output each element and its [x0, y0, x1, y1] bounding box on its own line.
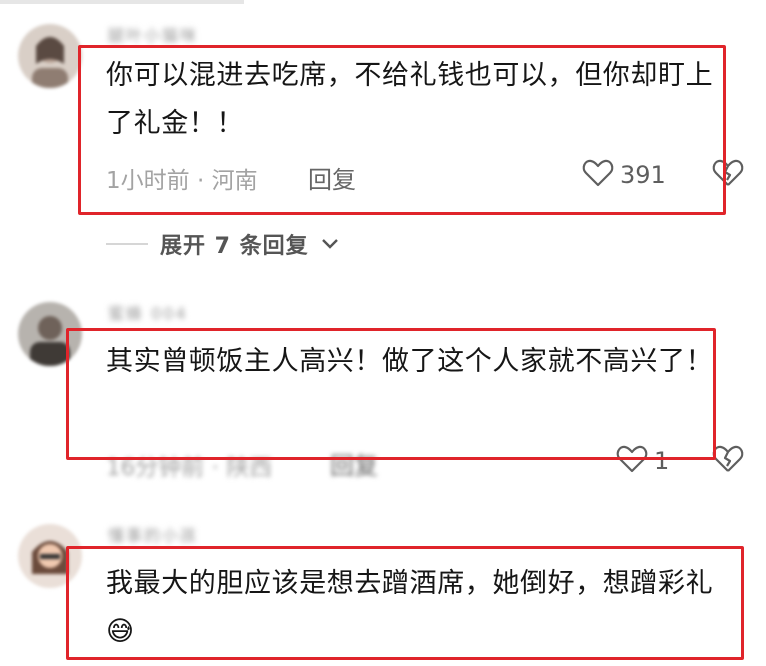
like-count: 1	[654, 447, 670, 475]
expand-replies-button[interactable]: 展开 7 条回复	[106, 228, 339, 260]
divider-line	[106, 243, 148, 245]
chevron-down-icon	[321, 235, 339, 254]
emoji: 😅	[106, 616, 135, 647]
expand-replies-label: 展开 7 条回复	[160, 234, 309, 259]
like-count: 391	[620, 161, 666, 189]
heart-outline-icon	[616, 444, 648, 478]
comment-text: 你可以混进去吃席，不给礼钱也可以，但你却盯上了礼金！！	[106, 60, 714, 139]
reply-button[interactable]: 回复	[308, 160, 356, 195]
heart-outline-icon	[582, 158, 614, 192]
comment-text: 我最大的胆应该是想去蹭酒席，她倒好，想蹭彩礼 😅	[106, 560, 726, 656]
dislike-button[interactable]	[712, 158, 744, 192]
like-button[interactable]: 391	[582, 158, 666, 192]
top-divider	[0, 0, 244, 4]
avatar[interactable]	[18, 24, 82, 88]
broken-heart-icon	[712, 445, 744, 478]
comment-text: 其实曾顿饭主人高兴！做了这个人家就不高兴了！	[106, 346, 714, 377]
avatar[interactable]	[18, 524, 82, 588]
comment-text-body: 我最大的胆应该是想去蹭酒席，她倒好，想蹭彩礼	[106, 568, 714, 599]
dislike-button[interactable]	[712, 444, 744, 478]
reply-button[interactable]: 回复	[330, 446, 378, 481]
like-button[interactable]: 1	[616, 444, 669, 478]
avatar[interactable]	[18, 302, 82, 366]
username[interactable]: 懂事的小孩	[108, 522, 198, 545]
username[interactable]: 蜜蜂 004	[108, 300, 188, 323]
comment-time-location: 1小时前 · 河南	[106, 168, 258, 194]
broken-heart-icon	[712, 159, 744, 192]
comment-time-location: 16分钟前 · 陕西	[106, 455, 273, 481]
username[interactable]: 腿叶小猫咪	[108, 22, 198, 45]
